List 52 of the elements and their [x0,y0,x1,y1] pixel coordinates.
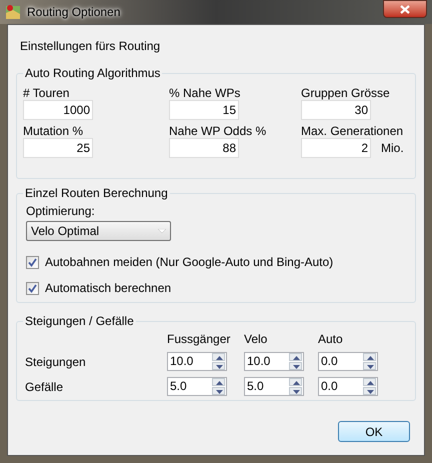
spin-field[interactable]: 10.0 [167,352,227,371]
checkbox-label: Autobahnen meiden (Nur Google-Auto und Bing-Auto) [45,254,334,271]
spin-up-icon[interactable] [363,378,376,386]
number-field[interactable]: 88 [169,138,239,158]
row-label: Steigungen [25,354,87,370]
ok-button[interactable]: OK [338,421,410,442]
spin-field[interactable]: 5.0 [244,377,304,396]
group-title: Einzel Routen Berechnung [23,186,170,200]
spin-field[interactable]: 0.0 [318,377,378,396]
checkbox[interactable] [26,282,39,294]
checkbox-label: Automatisch berechnen [45,280,172,297]
spin-up-icon[interactable] [363,353,376,361]
field-label: Optimierung: [26,204,96,218]
spin-up-icon[interactable] [289,378,302,386]
checkbox[interactable] [26,256,39,268]
spin-up-icon[interactable] [289,353,302,361]
column-header: Velo [244,333,268,346]
heading: Einstellungen fürs Routing [20,39,162,53]
close-button[interactable] [383,0,427,18]
spin-down-icon[interactable] [212,362,225,370]
spin-down-icon[interactable] [363,362,376,370]
number-field[interactable]: 30 [301,100,371,120]
row-label: Gefälle [25,378,64,396]
dropdown[interactable]: Velo Optimal [26,221,171,241]
column-header: Fussgänger [167,333,232,346]
spin-down-icon[interactable] [289,387,302,395]
number-field[interactable]: 15 [169,100,239,120]
spin-field[interactable]: 5.0 [167,377,227,396]
field-label: Nahe WP Odds % [169,124,268,138]
number-field[interactable]: 25 [23,138,93,158]
field-label: Mutation % [23,124,84,138]
spin-down-icon[interactable] [363,387,376,395]
field-label: Max. Generationen [301,124,404,138]
field-label: % Nahe WPs [169,86,242,100]
app-icon [5,4,21,20]
group-title: Steigungen / Gefälle [23,314,136,328]
spin-up-icon[interactable] [212,353,225,361]
caret-icon [158,228,166,234]
spin-up-icon[interactable] [212,378,225,386]
number-field[interactable]: 2 [301,138,371,158]
spin-down-icon[interactable] [289,362,302,370]
window-title: Routing Optionen [27,4,120,21]
column-header: Auto [318,333,344,346]
spin-field[interactable]: 10.0 [244,352,304,371]
spin-down-icon[interactable] [212,387,225,395]
field-label: Gruppen Grösse [301,86,391,100]
close-icon [400,4,410,14]
unit-label: Mio. [381,140,404,157]
field-label: # Touren [23,86,70,100]
group-title: Auto Routing Algorithmus [23,66,162,80]
spin-field[interactable]: 0.0 [318,352,378,371]
number-field[interactable]: 1000 [23,100,93,120]
